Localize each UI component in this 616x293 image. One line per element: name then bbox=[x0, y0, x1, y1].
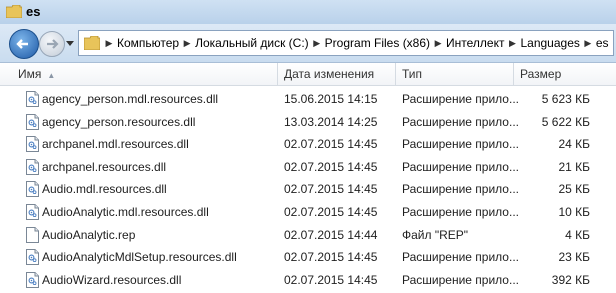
file-date: 02.07.2015 14:44 bbox=[284, 227, 378, 242]
file-type: Расширение прило... bbox=[402, 204, 519, 219]
file-name: AudioAnalytic.mdl.resources.dll bbox=[42, 204, 209, 219]
column-header-label: Тип bbox=[402, 67, 423, 81]
file-row[interactable]: archpanel.resources.dll 02.07.2015 14:45 Р… bbox=[0, 156, 616, 179]
column-header-date[interactable]: Дата изменения bbox=[278, 63, 396, 85]
file-size: 5 623 КБ bbox=[541, 92, 590, 106]
navigation-bar: ▶ Компьютер ▶ Локальный диск (C:) ▶ Prog… bbox=[0, 24, 616, 63]
breadcrumb-item[interactable]: es bbox=[596, 36, 609, 50]
file-name: archpanel.mdl.resources.dll bbox=[42, 137, 189, 152]
file-type: Расширение прило... bbox=[402, 114, 519, 129]
file-date: 15.06.2015 14:15 bbox=[284, 92, 378, 106]
title-bar: es bbox=[0, 0, 616, 24]
file-date: 02.07.2015 14:45 bbox=[284, 159, 378, 174]
column-header-name[interactable]: Имя ▲ bbox=[12, 63, 278, 85]
folder-icon bbox=[6, 5, 22, 18]
breadcrumb-item[interactable]: Компьютер bbox=[117, 36, 179, 50]
file-type: Расширение прило... bbox=[402, 92, 519, 106]
column-header-label: Размер bbox=[520, 67, 562, 81]
file-name: agency_person.resources.dll bbox=[42, 114, 196, 129]
file-name: AudioWizard.resources.dll bbox=[42, 272, 182, 287]
file-size: 4 КБ bbox=[565, 227, 590, 242]
dll-file-icon bbox=[26, 249, 39, 266]
file-name: agency_person.mdl.resources.dll bbox=[42, 92, 219, 106]
column-header-size[interactable]: Размер bbox=[514, 63, 616, 85]
breadcrumb: ▶ Компьютер ▶ Локальный диск (C:) ▶ Prog… bbox=[101, 31, 609, 55]
chevron-right-icon[interactable]: ▶ bbox=[580, 38, 596, 49]
file-date: 02.07.2015 14:45 bbox=[284, 204, 378, 219]
back-button[interactable] bbox=[9, 29, 39, 59]
file-name: AudioAnalyticMdlSetup.resources.dll bbox=[42, 250, 237, 265]
chevron-right-icon[interactable]: ▶ bbox=[179, 38, 195, 49]
file-row[interactable]: archpanel.mdl.resources.dll 02.07.2015 14… bbox=[0, 133, 616, 156]
file-name: AudioAnalytic.rep bbox=[42, 227, 136, 242]
file-size: 23 КБ bbox=[558, 250, 590, 265]
file-row[interactable]: AudioAnalytic.rep 02.07.2015 14:44 Файл "R… bbox=[0, 224, 616, 247]
dropdown-icon[interactable] bbox=[66, 39, 74, 47]
file-type: Расширение прило... bbox=[402, 182, 519, 197]
breadcrumb-item[interactable]: Интеллект bbox=[446, 36, 504, 50]
file-row[interactable]: AudioWizard.resources.dll 02.07.2015 14:4… bbox=[0, 269, 616, 292]
chevron-right-icon[interactable]: ▶ bbox=[430, 38, 446, 49]
breadcrumb-item[interactable]: Локальный диск (C:) bbox=[195, 36, 309, 50]
file-size: 10 КБ bbox=[558, 204, 590, 219]
file-date: 02.07.2015 14:45 bbox=[284, 250, 378, 265]
file-row[interactable]: agency_person.mdl.resources.dll 15.06.201… bbox=[0, 88, 616, 111]
file-name: Audio.mdl.resources.dll bbox=[42, 182, 167, 197]
dll-file-icon bbox=[26, 91, 39, 107]
file-date: 02.07.2015 14:45 bbox=[284, 272, 378, 287]
file-type: Расширение прило... bbox=[402, 137, 519, 152]
file-row[interactable]: AudioAnalytic.mdl.resources.dll 02.07.201… bbox=[0, 201, 616, 224]
file-size: 24 КБ bbox=[558, 137, 590, 152]
dll-file-icon bbox=[26, 136, 39, 153]
file-row[interactable]: Audio.mdl.resources.dll 02.07.2015 14:45 Р… bbox=[0, 178, 616, 201]
column-header-type[interactable]: Тип bbox=[396, 63, 514, 85]
dll-file-icon bbox=[26, 158, 39, 175]
dll-file-icon bbox=[26, 113, 39, 130]
window-title: es bbox=[26, 4, 41, 19]
address-bar[interactable]: ▶ Компьютер ▶ Локальный диск (C:) ▶ Prog… bbox=[78, 30, 614, 56]
breadcrumb-item[interactable]: Program Files (x86) bbox=[325, 36, 430, 50]
column-header-bar: Имя ▲ Дата изменения Тип Размер bbox=[0, 63, 616, 86]
file-date: 02.07.2015 14:45 bbox=[284, 137, 378, 152]
forward-button[interactable] bbox=[39, 31, 65, 57]
forward-arrow-icon bbox=[47, 39, 59, 49]
chevron-right-icon[interactable]: ▶ bbox=[309, 38, 325, 49]
dll-file-icon bbox=[26, 271, 39, 288]
file-size: 392 КБ bbox=[551, 272, 590, 287]
file-list: agency_person.mdl.resources.dll 15.06.201… bbox=[0, 88, 616, 291]
file-date: 02.07.2015 14:45 bbox=[284, 182, 378, 197]
file-type: Расширение прило... bbox=[402, 159, 519, 174]
file-type: Расширение прило... bbox=[402, 272, 519, 287]
file-name: archpanel.resources.dll bbox=[42, 159, 167, 174]
file-type: Файл "REP" bbox=[402, 227, 469, 242]
generic-file-icon bbox=[26, 226, 39, 243]
chevron-right-icon[interactable]: ▶ bbox=[504, 38, 520, 49]
file-type: Расширение прило... bbox=[402, 250, 519, 265]
folder-icon bbox=[84, 36, 100, 50]
breadcrumb-item[interactable]: Languages bbox=[520, 36, 579, 50]
file-size: 21 КБ bbox=[558, 159, 590, 174]
dll-file-icon bbox=[26, 203, 39, 220]
back-arrow-icon bbox=[16, 39, 28, 49]
file-size: 5 622 КБ bbox=[541, 114, 590, 129]
file-size: 25 КБ bbox=[558, 182, 590, 197]
column-header-label: Имя bbox=[18, 67, 42, 81]
dll-file-icon bbox=[26, 181, 39, 198]
file-date: 13.03.2014 14:25 bbox=[284, 114, 378, 129]
column-header-label: Дата изменения bbox=[284, 67, 375, 81]
file-row[interactable]: AudioAnalyticMdlSetup.resources.dll 02.07… bbox=[0, 246, 616, 269]
file-row[interactable]: agency_person.resources.dll 13.03.2014 14… bbox=[0, 111, 616, 134]
sort-ascending-icon: ▲ bbox=[47, 71, 56, 80]
chevron-right-icon[interactable]: ▶ bbox=[101, 38, 117, 49]
